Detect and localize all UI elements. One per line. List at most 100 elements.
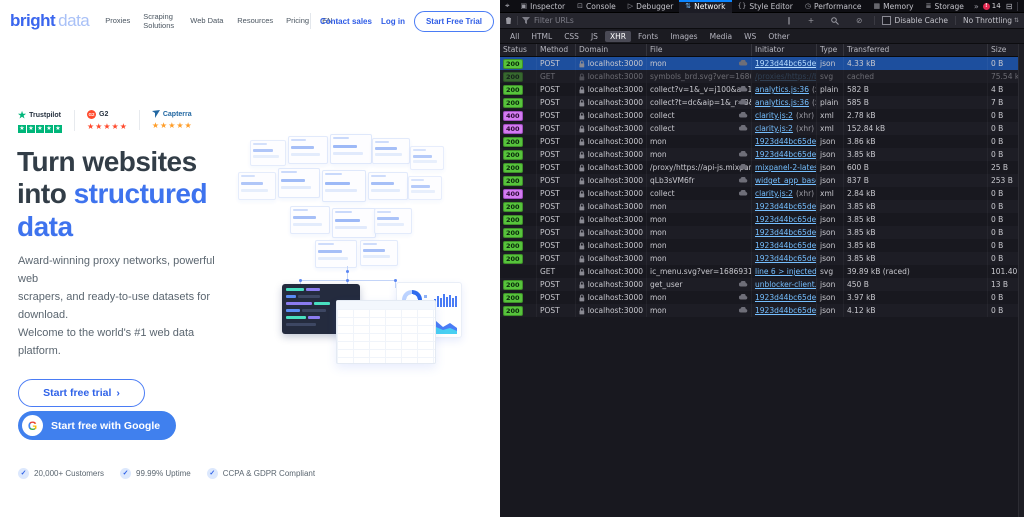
table-row[interactable]: 200POSTlocalhost:3000mon1923d44bc65deb…j…: [500, 252, 1024, 265]
cell-type: svg: [817, 265, 844, 278]
throttling-select[interactable]: No Throttling⇅: [963, 16, 1019, 25]
table-row[interactable]: 200POSTlocalhost:3000qLb3sVM6frwidget_ap…: [500, 174, 1024, 187]
initiator-link[interactable]: 1923d44bc65deb…: [755, 150, 817, 159]
initiator-link[interactable]: 1923d44bc65deb…: [755, 306, 817, 315]
table-row[interactable]: 200POSTlocalhost:3000get_userunblocker-c…: [500, 278, 1024, 291]
table-row[interactable]: 200GETlocalhost:3000symbols_brd.svg?ver=…: [500, 70, 1024, 83]
table-row[interactable]: 200POSTlocalhost:3000mon1923d44bc65deb…j…: [500, 57, 1024, 70]
login-link[interactable]: Log in: [381, 17, 405, 26]
tab-console[interactable]: ⊡Console: [571, 0, 622, 13]
table-row[interactable]: 200POSTlocalhost:3000collect?v=1&_v=j100…: [500, 83, 1024, 96]
filter-media[interactable]: Media: [705, 31, 738, 42]
illustration-card: [238, 172, 276, 200]
tab-performance[interactable]: ◷Performance: [799, 0, 868, 13]
split-console-icon[interactable]: ⊟: [1006, 2, 1013, 11]
initiator-link[interactable]: /proxies/https://bri…: [755, 72, 817, 81]
filter-xhr[interactable]: XHR: [605, 31, 631, 42]
nav-item-web-data[interactable]: Web Data: [190, 16, 224, 25]
start-free-trial-button[interactable]: Start Free Trial: [414, 11, 494, 32]
column-header-domain[interactable]: Domain: [576, 44, 647, 56]
initiator-link[interactable]: clarity.js:2: [755, 189, 793, 198]
column-header-file[interactable]: File: [647, 44, 752, 56]
filter-html[interactable]: HTML: [526, 31, 557, 42]
table-row[interactable]: 400POSTlocalhost:3000collectclarity.js:2…: [500, 187, 1024, 200]
initiator-link[interactable]: 1923d44bc65deb…: [755, 202, 817, 211]
filter-css[interactable]: CSS: [559, 31, 584, 42]
start-free-trial-cta[interactable]: Start free trial ›: [18, 379, 145, 407]
table-row[interactable]: 200POSTlocalhost:3000mon1923d44bc65deb…j…: [500, 239, 1024, 252]
initiator-link[interactable]: 1923d44bc65deb…: [755, 254, 817, 263]
error-count-badge[interactable]: !14: [983, 2, 1001, 10]
disable-cache-checkbox[interactable]: Disable Cache: [882, 16, 948, 25]
initiator-link[interactable]: unblocker-client.js…: [755, 280, 817, 289]
nav-item-pricing[interactable]: Pricing: [286, 16, 309, 25]
contact-sales-link[interactable]: Contact sales: [320, 17, 372, 26]
filter-js[interactable]: JS: [586, 31, 603, 42]
table-row[interactable]: 200POSTlocalhost:3000mon1923d44bc65deb…j…: [500, 148, 1024, 161]
initiator-link[interactable]: analytics.js:36: [755, 98, 809, 107]
table-row[interactable]: 200POSTlocalhost:3000mon1923d44bc65deb…j…: [500, 213, 1024, 226]
table-row[interactable]: 400POSTlocalhost:3000collectclarity.js:2…: [500, 122, 1024, 135]
table-row[interactable]: 200POSTlocalhost:3000/proxy/https://api-…: [500, 161, 1024, 174]
request-type-filters: AllHTMLCSSJSXHRFontsImagesMediaWSOther: [500, 29, 1024, 44]
tab-network[interactable]: ⇅Network: [679, 0, 731, 13]
initiator-link[interactable]: 1923d44bc65deb…: [755, 241, 817, 250]
nav-item-proxies[interactable]: Proxies: [105, 16, 130, 25]
search-icon[interactable]: [826, 17, 844, 25]
nav-item-resources[interactable]: Resources: [237, 16, 273, 25]
domain-text: localhost:3000: [588, 96, 643, 109]
rating-trustpilot[interactable]: ★Trustpilot★★★★★: [18, 110, 74, 133]
pick-element-icon[interactable]: ⌖: [500, 1, 515, 11]
tab-debugger[interactable]: ▷Debugger: [622, 0, 680, 13]
filter-images[interactable]: Images: [665, 31, 702, 42]
nav-item-scraping-solutions[interactable]: Scraping Solutions: [143, 12, 177, 31]
table-row[interactable]: 200POSTlocalhost:3000mon1923d44bc65deb…j…: [500, 200, 1024, 213]
column-header-transferred[interactable]: Transferred: [844, 44, 988, 56]
status-badge: 200: [503, 306, 523, 316]
tab-inspector[interactable]: ▣Inspector: [515, 0, 572, 13]
clear-requests-icon[interactable]: [500, 16, 517, 25]
cell-domain: localhost:3000: [576, 109, 647, 122]
tab-style-editor[interactable]: {}Style Editor: [732, 0, 799, 13]
column-header-type[interactable]: Type: [817, 44, 844, 56]
rating-capterra[interactable]: Capterra★★★★★: [139, 110, 204, 130]
initiator-link[interactable]: clarity.js:2: [755, 111, 793, 120]
block-requests-icon[interactable]: ⊘: [851, 16, 867, 25]
filter-urls-input[interactable]: Filter URLs: [518, 16, 782, 25]
table-row[interactable]: 200POSTlocalhost:3000mon1923d44bc65deb…j…: [500, 226, 1024, 239]
initiator-link[interactable]: 1923d44bc65deb…: [755, 59, 817, 68]
table-row[interactable]: GETlocalhost:3000ic_menu.svg?ver=1686931…: [500, 265, 1024, 278]
table-row[interactable]: 200POSTlocalhost:3000mon1923d44bc65deb…j…: [500, 291, 1024, 304]
column-header-status[interactable]: Status: [500, 44, 537, 56]
table-row[interactable]: 400POSTlocalhost:3000collectclarity.js:2…: [500, 109, 1024, 122]
tab-storage[interactable]: ≣Storage: [920, 0, 970, 13]
initiator-link[interactable]: 1923d44bc65deb…: [755, 228, 817, 237]
initiator-link[interactable]: 1923d44bc65deb…: [755, 293, 817, 302]
initiator-link[interactable]: analytics.js:36: [755, 85, 809, 94]
filter-fonts[interactable]: Fonts: [633, 31, 663, 42]
table-row[interactable]: 200POSTlocalhost:3000mon1923d44bc65deb…j…: [500, 304, 1024, 317]
rating-g2[interactable]: G2G2★★★★★: [74, 110, 139, 131]
column-header-initiator[interactable]: Initiator: [752, 44, 817, 56]
cell-method: POST: [537, 304, 576, 317]
table-row[interactable]: 200POSTlocalhost:3000mon1923d44bc65deb…j…: [500, 135, 1024, 148]
google-signup-button[interactable]: G Start free with Google: [18, 411, 176, 440]
table-row[interactable]: 200POSTlocalhost:3000collect?t=dc&aip=1&…: [500, 96, 1024, 109]
column-header-size[interactable]: Size: [988, 44, 1018, 56]
initiator-link[interactable]: 1923d44bc65deb…: [755, 137, 817, 146]
tab-memory[interactable]: ▦Memory: [867, 0, 919, 13]
filter-ws[interactable]: WS: [739, 31, 761, 42]
initiator-link[interactable]: 1923d44bc65deb…: [755, 215, 817, 224]
initiator-link[interactable]: mixpanel-2-latest…: [755, 163, 817, 172]
initiator-link[interactable]: line 6 > injectedSc…: [755, 267, 817, 276]
filter-all[interactable]: All: [505, 31, 524, 42]
tabs-overflow-icon[interactable]: »: [970, 2, 983, 11]
pause-icon[interactable]: ∥: [782, 16, 796, 25]
har-import-icon[interactable]: +: [803, 16, 819, 25]
initiator-link[interactable]: clarity.js:2: [755, 124, 793, 133]
brightdata-logo[interactable]: brightdata: [10, 11, 89, 31]
column-header-method[interactable]: Method: [537, 44, 576, 56]
initiator-link[interactable]: widget_app_base…: [755, 176, 817, 185]
trust-item: ✓99.99% Uptime: [120, 468, 191, 479]
filter-other[interactable]: Other: [763, 31, 794, 42]
